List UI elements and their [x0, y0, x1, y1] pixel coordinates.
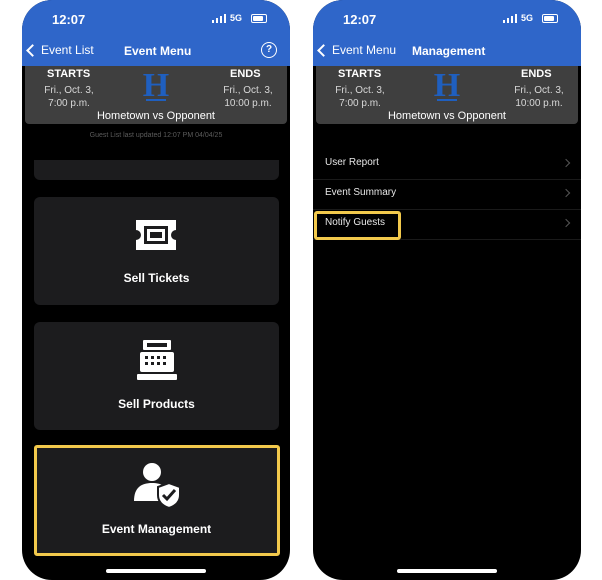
menu-item-user-report[interactable]: User Report — [313, 149, 581, 180]
sell-products-label: Sell Products — [118, 397, 195, 411]
back-button[interactable]: Event Menu — [317, 43, 397, 57]
ends-date: Fri., Oct. 3, — [514, 85, 564, 96]
phone-management: 12:07 5G Event Menu Management STARTS Fr… — [313, 0, 581, 580]
page-title: Event Menu — [124, 44, 192, 58]
chevron-right-icon — [561, 158, 571, 168]
team-logo-icon: H — [143, 67, 169, 104]
status-time: 12:07 — [52, 12, 86, 27]
nav-bar: 12:07 5G Event Menu Management — [313, 0, 581, 66]
signal-icon — [212, 14, 226, 23]
ends-datetime: Fri., Oct. 3, 10:00 p.m. — [217, 84, 279, 110]
battery-icon — [542, 14, 558, 23]
phone-event-menu: 12:07 5G Event List Event Menu ? STARTS … — [22, 0, 290, 580]
back-label: Event List — [41, 43, 94, 57]
ends-label: ENDS — [521, 68, 552, 80]
starts-date: Fri., Oct. 3, — [44, 85, 94, 96]
sell-products-button[interactable]: Sell Products — [34, 322, 279, 430]
starts-label: STARTS — [338, 68, 382, 80]
battery-icon — [251, 14, 267, 23]
ticket-icon — [136, 220, 176, 250]
highlight-notify-guests — [314, 211, 401, 240]
menu-item-event-summary[interactable]: Event Summary — [313, 179, 581, 210]
cash-register-icon — [137, 340, 177, 380]
starts-time: 7:00 p.m. — [48, 98, 90, 109]
back-label: Event Menu — [332, 43, 397, 57]
ends-label: ENDS — [230, 68, 261, 80]
ends-time: 10:00 p.m. — [224, 98, 272, 109]
chevron-left-icon — [26, 44, 39, 57]
sell-tickets-label: Sell Tickets — [123, 271, 190, 285]
highlight-event-management — [34, 445, 280, 556]
signal-icon — [503, 14, 517, 23]
ends-time: 10:00 p.m. — [515, 98, 563, 109]
logo-letter: H — [434, 67, 460, 104]
help-button[interactable]: ? — [261, 42, 277, 58]
chevron-left-icon — [317, 44, 330, 57]
starts-label: STARTS — [47, 68, 91, 80]
starts-datetime: Fri., Oct. 3, 7:00 p.m. — [39, 84, 99, 110]
menu-item-label: Event Summary — [325, 187, 397, 198]
event-matchup: Hometown vs Opponent — [387, 110, 506, 122]
event-matchup: Hometown vs Opponent — [96, 110, 215, 122]
event-header: STARTS Fri., Oct. 3, 7:00 p.m. H ENDS Fri… — [25, 66, 287, 124]
ends-datetime: Fri., Oct. 3, 10:00 p.m. — [508, 84, 570, 110]
network-label: 5G — [230, 13, 243, 23]
back-button[interactable]: Event List — [26, 43, 94, 57]
status-time: 12:07 — [343, 12, 377, 27]
ends-date: Fri., Oct. 3, — [223, 85, 273, 96]
chevron-right-icon — [561, 188, 571, 198]
page-title: Management — [412, 44, 486, 58]
team-logo-icon: H — [434, 67, 460, 104]
sell-tickets-button[interactable]: Sell Tickets — [34, 197, 279, 305]
home-indicator — [397, 569, 497, 573]
chevron-right-icon — [561, 218, 571, 228]
menu-item-label: User Report — [325, 157, 379, 168]
nav-bar: 12:07 5G Event List Event Menu ? — [22, 0, 290, 66]
starts-datetime: Fri., Oct. 3, 7:00 p.m. — [330, 84, 390, 110]
logo-letter: H — [143, 67, 169, 104]
last-updated-text: Guest List last updated 12:07 PM 04/04/2… — [89, 132, 223, 139]
starts-time: 7:00 p.m. — [339, 98, 381, 109]
home-indicator — [106, 569, 206, 573]
network-label: 5G — [521, 13, 534, 23]
tile-partial — [34, 160, 279, 180]
starts-date: Fri., Oct. 3, — [335, 85, 385, 96]
event-header: STARTS Fri., Oct. 3, 7:00 p.m. H ENDS Fri… — [316, 66, 578, 124]
